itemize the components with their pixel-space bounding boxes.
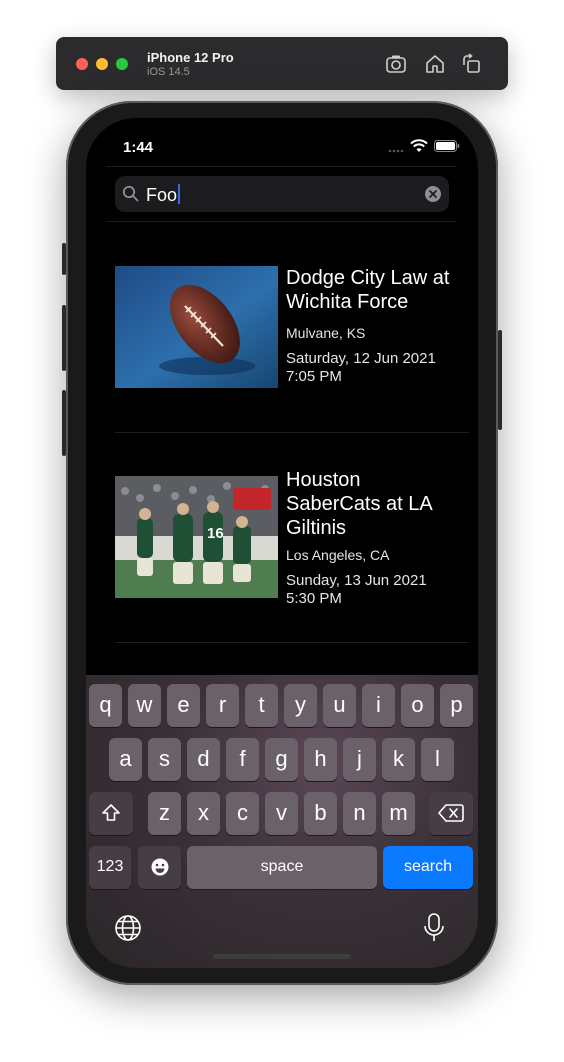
search-divider	[106, 221, 456, 222]
key-a[interactable]: a	[109, 738, 142, 781]
key-z[interactable]: z	[148, 792, 181, 835]
result-date: Sunday, 13 Jun 2021 5:30 PM	[286, 572, 427, 607]
wifi-icon	[410, 139, 428, 152]
result-location: Los Angeles, CA	[286, 547, 390, 563]
backspace-icon	[438, 804, 464, 822]
key-o[interactable]: o	[401, 684, 434, 727]
result-title: Dodge City Law at Wichita Force	[286, 267, 450, 313]
cellular-dots-icon	[388, 149, 404, 153]
search-input[interactable]: Foo	[146, 184, 181, 206]
result-date: Saturday, 12 Jun 2021 7:05 PM	[286, 350, 436, 385]
key-c[interactable]: c	[226, 792, 259, 835]
mute-switch	[62, 243, 66, 275]
key-q[interactable]: q	[89, 684, 122, 727]
shift-key[interactable]	[89, 792, 133, 835]
microphone-icon[interactable]	[422, 912, 446, 944]
key-t[interactable]: t	[245, 684, 278, 727]
svg-text:16: 16	[207, 525, 224, 542]
clear-icon[interactable]	[425, 186, 441, 202]
space-key[interactable]: space	[187, 846, 377, 889]
key-e[interactable]: e	[167, 684, 200, 727]
key-w[interactable]: w	[128, 684, 161, 727]
key-n[interactable]: n	[343, 792, 376, 835]
text-caret	[178, 184, 181, 204]
football-photo	[115, 266, 278, 388]
numbers-key[interactable]: 123	[89, 846, 131, 889]
battery-icon	[434, 140, 460, 152]
power-button	[498, 330, 502, 430]
result-location: Mulvane, KS	[286, 325, 366, 341]
game-action-photo: 16	[115, 476, 278, 598]
key-l[interactable]: l	[421, 738, 454, 781]
emoji-icon	[151, 858, 168, 876]
shift-icon	[102, 804, 120, 821]
emoji-key[interactable]	[138, 846, 181, 889]
minimize-window-button[interactable]	[96, 58, 108, 70]
key-u[interactable]: u	[323, 684, 356, 727]
backspace-key[interactable]	[429, 792, 473, 835]
zoom-window-button[interactable]	[116, 58, 128, 70]
key-h[interactable]: h	[304, 738, 337, 781]
key-p[interactable]: p	[440, 684, 473, 727]
nav-divider	[106, 166, 456, 167]
volume-down-button	[62, 390, 66, 456]
close-window-button[interactable]	[76, 58, 88, 70]
key-b[interactable]: b	[304, 792, 337, 835]
key-r[interactable]: r	[206, 684, 239, 727]
rotate-icon[interactable]	[459, 52, 483, 76]
list-item[interactable]: 16 Houston SaberCats at LA Giltinis Los …	[115, 468, 453, 607]
key-i[interactable]: i	[362, 684, 395, 727]
status-time: 1:44	[123, 139, 154, 156]
key-f[interactable]: f	[226, 738, 259, 781]
row-divider	[115, 642, 469, 643]
search-icon	[122, 185, 139, 202]
simulator-titlebar: iPhone 12 Pro iOS 14.5	[56, 37, 508, 90]
key-k[interactable]: k	[382, 738, 415, 781]
home-icon[interactable]	[423, 52, 447, 76]
device-name: iPhone 12 Pro	[147, 50, 234, 65]
keyboard: q w e r t y u i o p a s d f g h j k l z …	[86, 675, 478, 968]
key-j[interactable]: j	[343, 738, 376, 781]
phone-screen: 1:44 Foo Dodge City Law at Wichita Force…	[86, 118, 478, 968]
key-x[interactable]: x	[187, 792, 220, 835]
key-v[interactable]: v	[265, 792, 298, 835]
volume-up-button	[62, 305, 66, 371]
home-indicator	[213, 954, 351, 959]
key-s[interactable]: s	[148, 738, 181, 781]
os-version: iOS 14.5	[147, 66, 190, 78]
search-bar[interactable]: Foo	[115, 176, 449, 212]
list-item[interactable]: Dodge City Law at Wichita Force Mulvane,…	[115, 266, 453, 396]
screenshot-icon[interactable]	[384, 52, 408, 76]
key-d[interactable]: d	[187, 738, 220, 781]
result-title: Houston SaberCats at LA Giltinis	[286, 469, 432, 539]
key-m[interactable]: m	[382, 792, 415, 835]
search-key[interactable]: search	[383, 846, 473, 889]
key-g[interactable]: g	[265, 738, 298, 781]
row-divider	[115, 432, 469, 433]
globe-icon[interactable]	[114, 914, 142, 942]
key-y[interactable]: y	[284, 684, 317, 727]
notch	[178, 118, 386, 148]
